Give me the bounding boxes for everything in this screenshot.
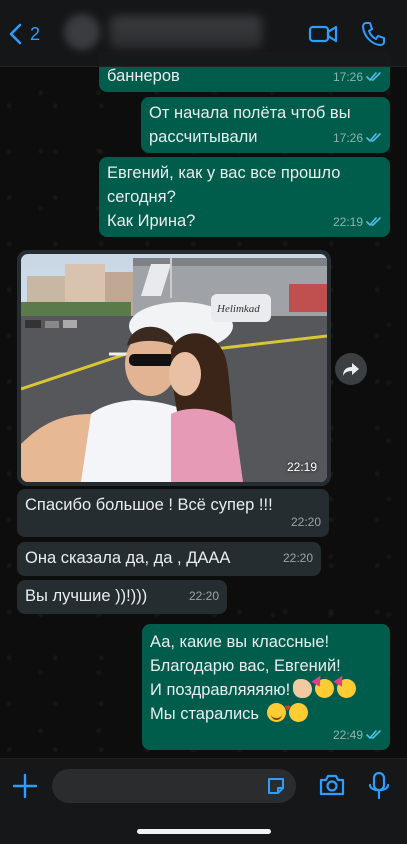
forward-arrow-icon xyxy=(343,363,359,376)
message-meta: 22:20 xyxy=(189,584,219,608)
message-time: 22:49 xyxy=(332,728,363,742)
attach-button[interactable] xyxy=(12,773,38,799)
chat-header: 2 xyxy=(0,0,407,67)
photo[interactable]: Helimkad 22:19 xyxy=(21,254,327,482)
message-input[interactable] xyxy=(52,769,296,803)
microphone-icon xyxy=(368,771,390,800)
smiling-face-emoji-icon xyxy=(266,703,286,722)
camera-icon xyxy=(319,774,345,796)
phone-icon xyxy=(362,22,385,46)
message-line: Мы старались xyxy=(150,705,260,723)
message-line: Благодарю вас, Евгений! xyxy=(150,657,341,675)
plus-icon xyxy=(12,773,38,799)
message-time: 17:26 xyxy=(332,131,363,145)
read-ticks-icon xyxy=(366,730,381,740)
message-time: 22:19 xyxy=(286,460,317,474)
contact-name[interactable] xyxy=(110,16,262,48)
message-line: Аа, какие вы классные! xyxy=(150,633,330,651)
message-incoming[interactable]: Она сказала да, да , ДААА 22:20 xyxy=(17,542,321,576)
message-text: Она сказала да, да , ДААА xyxy=(25,549,231,567)
message-meta: 17:26 xyxy=(333,65,382,89)
message-meta: 17:26 xyxy=(333,126,382,150)
message-outgoing[interactable]: Аа, какие вы классные! Благодарю вас, Ев… xyxy=(142,624,390,750)
chevron-left-icon xyxy=(9,23,22,45)
read-ticks-icon xyxy=(366,133,381,143)
message-time: 17:26 xyxy=(332,70,363,84)
smiling-face-with-hearts-emoji-icon xyxy=(285,697,308,722)
message-text: Спасибо большое ! Всё супер !!! xyxy=(25,496,273,514)
message-line: И поздравляяяяю! xyxy=(150,681,291,699)
helicopter-selfie-image: Helimkad xyxy=(21,254,327,482)
clapping-hands-emoji-icon xyxy=(293,679,313,698)
read-ticks-icon xyxy=(366,217,381,227)
sticker-icon xyxy=(268,778,284,794)
sticker-button[interactable] xyxy=(266,776,286,796)
read-ticks-icon xyxy=(366,72,381,82)
voice-record-button[interactable] xyxy=(368,771,390,801)
message-incoming[interactable]: Вы лучшие ))!))) 22:20 xyxy=(17,580,227,614)
message-time: 22:20 xyxy=(290,515,321,529)
voice-call-button[interactable] xyxy=(360,20,386,48)
partying-face-emoji-icon xyxy=(337,679,357,698)
camera-button[interactable] xyxy=(318,771,346,799)
photo-sign: Helimkad xyxy=(216,303,260,315)
video-call-button[interactable] xyxy=(308,20,338,48)
partying-face-emoji-icon xyxy=(315,679,335,698)
home-indicator xyxy=(137,829,271,834)
message-incoming[interactable]: Спасибо большое ! Всё супер !!! 22:20 xyxy=(17,489,329,537)
video-camera-icon xyxy=(308,25,338,43)
message-meta: 22:19 xyxy=(333,210,382,234)
message-time: 22:19 xyxy=(332,215,363,229)
message-outgoing[interactable]: От начала полёта чтоб вы рассчитывали 17… xyxy=(141,97,390,153)
forward-button[interactable] xyxy=(335,353,367,385)
unread-count: 2 xyxy=(30,23,41,44)
message-incoming-image[interactable]: Helimkad 22:19 xyxy=(17,250,331,486)
message-meta: 22:20 xyxy=(291,510,321,534)
message-line-with-emoji: И поздравляяяяю! xyxy=(150,678,382,702)
avatar[interactable] xyxy=(64,14,100,50)
back-button[interactable]: 2 xyxy=(8,20,40,48)
message-meta: 22:49 xyxy=(333,723,382,747)
message-outgoing[interactable]: Евгений, как у вас все прошло сегодня? К… xyxy=(99,157,390,237)
message-time: 22:20 xyxy=(282,551,313,565)
message-time: 22:20 xyxy=(188,589,219,603)
message-meta: 22:20 xyxy=(283,546,313,570)
